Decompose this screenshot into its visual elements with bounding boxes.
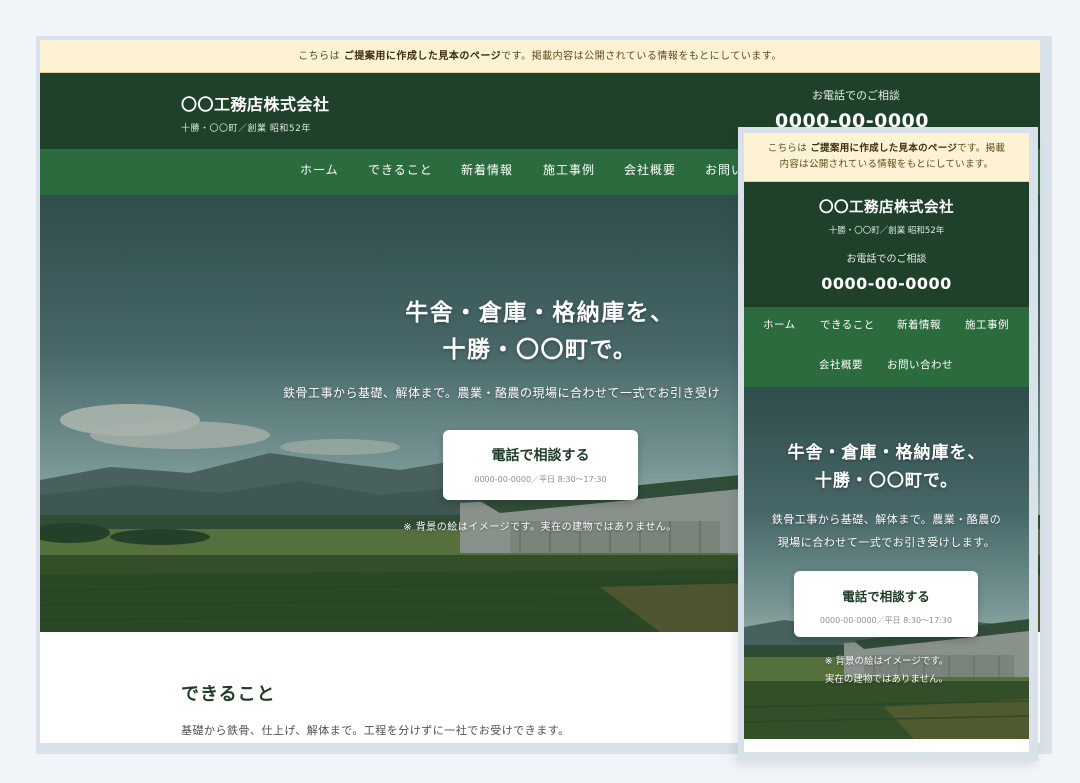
mobile-hero-section: 牛舎・倉庫・格納庫を、 十勝・〇〇町で。 鉄骨工事から基礎、解体まで。農業・酪農…: [744, 387, 1029, 739]
mobile-preview-frame: こちらは ご提案用に作成した見本のページです。掲載 内容は公開されている情報をも…: [738, 127, 1038, 761]
mobile-hero-note-line2: 実在の建物ではありません。: [824, 674, 949, 685]
mobile-hero-title: 牛舎・倉庫・格納庫を、 十勝・〇〇町で。: [744, 439, 1029, 495]
mobile-company-name[interactable]: 〇〇工務店株式会社: [744, 182, 1029, 217]
mobile-main-nav: ホーム できること 新着情報 施工事例 会社概要 お問い合わせ: [744, 307, 1029, 387]
company-name: 〇〇工務店株式会社: [181, 95, 330, 114]
cta-detail: 0000-00-0000／平日 8:30〜17:30: [474, 475, 607, 484]
cta-label: 電話で相談する: [491, 448, 590, 464]
mobile-nav-item-services[interactable]: できること: [820, 317, 875, 332]
mobile-contact-label: お電話でのご相談: [846, 254, 927, 265]
mobile-notice-suffix: です。掲載: [957, 143, 1006, 154]
mobile-nav-item-home[interactable]: ホーム: [763, 317, 796, 332]
mobile-nav-item-contact[interactable]: お問い合わせ: [887, 357, 953, 372]
mobile-hero-title-line2: 十勝・〇〇町で。: [814, 471, 959, 491]
sample-notice-banner: こちらは ご提案用に作成した見本のページです。掲載内容は公開されている情報をもと…: [40, 40, 1040, 73]
mobile-notice-prefix: こちらは: [767, 143, 811, 154]
mobile-header-phone-link[interactable]: 0000-00-0000: [744, 274, 1029, 293]
call-cta-button[interactable]: 電話で相談する 0000-00-0000／平日 8:30〜17:30: [443, 430, 638, 500]
notice-prefix: こちらは: [298, 51, 344, 62]
mobile-nav-item-works[interactable]: 施工事例: [965, 317, 1009, 332]
nav-item-works[interactable]: 施工事例: [543, 149, 595, 191]
mobile-hero-lead-line2: 現場に合わせて一式でお引き受けします。: [777, 536, 996, 549]
brand[interactable]: 〇〇工務店株式会社 十勝・〇〇町／創業 昭和52年: [181, 91, 330, 134]
mobile-site-header: 〇〇工務店株式会社 十勝・〇〇町／創業 昭和52年 お電話でのご相談 0000-…: [744, 182, 1029, 307]
mobile-call-cta-button[interactable]: 電話で相談する 0000-00-0000／平日 8:30〜17:30: [794, 571, 978, 637]
mobile-cta-label: 電話で相談する: [842, 589, 930, 604]
mobile-hero-lead-line1: 鉄骨工事から基礎、解体まで。農業・酪農の: [771, 513, 1002, 526]
mobile-hero-note-line1: ※ 背景の絵はイメージです。: [824, 656, 949, 667]
mobile-cta-detail: 0000-00-0000／平日 8:30〜17:30: [819, 616, 953, 625]
notice-suffix: です。掲載内容は公開されている情報をもとにしています。: [501, 51, 782, 62]
nav-item-company[interactable]: 会社概要: [624, 149, 676, 191]
mobile-notice-emphasis: ご提案用に作成した見本のページ: [810, 143, 958, 154]
nav-item-home[interactable]: ホーム: [300, 149, 339, 191]
nav-item-news[interactable]: 新着情報: [461, 149, 513, 191]
mobile-company-subtitle: 十勝・〇〇町／創業 昭和52年: [828, 226, 945, 236]
nav-item-services[interactable]: できること: [368, 149, 433, 191]
mobile-hero-note: ※ 背景の絵はイメージです。 実在の建物ではありません。: [744, 653, 1029, 689]
mobile-notice-line1: こちらは ご提案用に作成した見本のページです。掲載: [756, 141, 1017, 157]
mobile-hero-title-line1: 牛舎・倉庫・格納庫を、: [787, 443, 986, 463]
mobile-hero-lead: 鉄骨工事から基礎、解体まで。農業・酪農の 現場に合わせて一式でお引き受けします。: [744, 508, 1029, 554]
mobile-page: こちらは ご提案用に作成した見本のページです。掲載 内容は公開されている情報をも…: [744, 133, 1029, 752]
mobile-notice-line2: 内容は公開されている情報をもとにしています。: [779, 159, 994, 170]
mobile-nav-item-news[interactable]: 新着情報: [897, 317, 941, 332]
contact-label: お電話でのご相談: [812, 89, 900, 102]
header-contact: お電話でのご相談 0000-00-0000: [775, 87, 929, 132]
company-subtitle: 十勝・〇〇町／創業 昭和52年: [181, 124, 311, 134]
mobile-nav-item-company[interactable]: 会社概要: [819, 357, 863, 372]
notice-emphasis: ご提案用に作成した見本のページ: [343, 51, 502, 62]
mobile-sample-notice-banner: こちらは ご提案用に作成した見本のページです。掲載 内容は公開されている情報をも…: [744, 133, 1029, 182]
hero-lead: 鉄骨工事から基礎、解体まで。農業・酪農の現場に合わせて一式でお引き受け: [283, 386, 721, 400]
